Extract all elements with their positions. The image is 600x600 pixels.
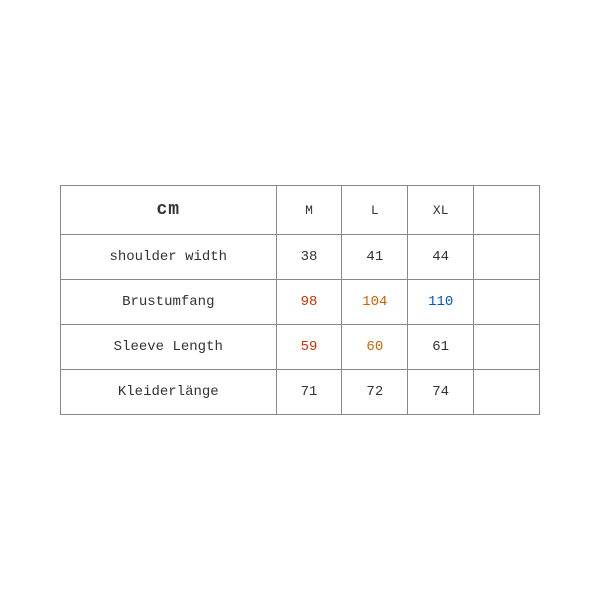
row-label-sleeve: Sleeve Length xyxy=(61,325,277,370)
row-sleeve-xl: 61 xyxy=(408,325,474,370)
row-kleid-m: 71 xyxy=(276,370,342,415)
row-brust-xl: 110 xyxy=(408,280,474,325)
table-row: Kleiderlänge 71 72 74 xyxy=(61,370,540,415)
row-label-shoulder: shoulder width xyxy=(61,235,277,280)
row-shoulder-extra xyxy=(474,235,540,280)
row-label-kleid: Kleiderlänge xyxy=(61,370,277,415)
table-row: shoulder width 38 41 44 xyxy=(61,235,540,280)
header-xl: XL xyxy=(408,186,474,235)
size-table: cm M L XL shoulder width 38 41 44 Brustu… xyxy=(60,185,540,415)
row-shoulder-l: 41 xyxy=(342,235,408,280)
table-header-row: cm M L XL xyxy=(61,186,540,235)
table-row: Sleeve Length 59 60 61 xyxy=(61,325,540,370)
row-sleeve-l: 60 xyxy=(342,325,408,370)
row-brust-l: 104 xyxy=(342,280,408,325)
row-sleeve-m: 59 xyxy=(276,325,342,370)
row-kleid-extra xyxy=(474,370,540,415)
row-shoulder-m: 38 xyxy=(276,235,342,280)
header-cm: cm xyxy=(61,186,277,235)
row-kleid-xl: 74 xyxy=(408,370,474,415)
table-row: Brustumfang 98 104 110 xyxy=(61,280,540,325)
row-brust-m: 98 xyxy=(276,280,342,325)
header-l: L xyxy=(342,186,408,235)
row-kleid-l: 72 xyxy=(342,370,408,415)
header-extra xyxy=(474,186,540,235)
row-sleeve-extra xyxy=(474,325,540,370)
size-chart-container: cm M L XL shoulder width 38 41 44 Brustu… xyxy=(60,185,540,415)
header-m: M xyxy=(276,186,342,235)
row-brust-extra xyxy=(474,280,540,325)
row-label-brust: Brustumfang xyxy=(61,280,277,325)
row-shoulder-xl: 44 xyxy=(408,235,474,280)
